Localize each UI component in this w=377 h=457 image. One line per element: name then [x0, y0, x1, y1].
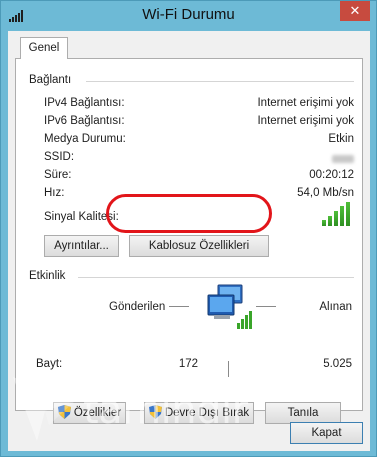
connection-divider	[86, 81, 354, 82]
activity-group-title: Etkinlik	[29, 270, 66, 282]
bytes-received-value: 5.025	[323, 358, 352, 370]
close-window-button[interactable]: ✕	[340, 1, 370, 21]
ssid-label: SSID:	[44, 151, 75, 163]
signal-quality-bars-icon	[322, 202, 352, 226]
ssid-value-redacted	[332, 155, 354, 163]
close-button[interactable]: Kapat	[290, 422, 363, 444]
connection-group-title: Bağlantı	[29, 74, 72, 86]
details-button[interactable]: Ayrıntılar...	[44, 235, 119, 257]
speed-label: Hız:	[44, 187, 65, 199]
speed-value: 54,0 Mb/sn	[297, 187, 354, 199]
ipv6-label: IPv6 Bağlantısı:	[44, 115, 125, 127]
sent-label: Gönderilen	[109, 301, 166, 313]
ipv4-label: IPv4 Bağlantısı:	[44, 97, 125, 109]
sent-line	[169, 306, 189, 307]
red-highlight-circle	[106, 194, 272, 233]
duration-value: 00:20:12	[309, 169, 354, 181]
tab-general[interactable]: Genel	[20, 37, 68, 59]
general-panel: Bağlantı IPv4 Bağlantısı: Internet erişi…	[15, 58, 363, 424]
watermark-text: tamindir	[83, 387, 248, 433]
wifi-status-window: Wi-Fi Durumu ✕ Genel Bağlantı IPv4 Bağla…	[0, 0, 377, 457]
window-title: Wi-Fi Durumu	[142, 6, 235, 23]
media-state-value: Etkin	[328, 133, 354, 145]
received-label: Alınan	[319, 301, 352, 313]
activity-divider-vertical	[228, 361, 229, 377]
received-line	[256, 306, 276, 307]
duration-label: Süre:	[44, 169, 72, 181]
ipv4-value: Internet erişimi yok	[257, 97, 354, 109]
title-bar[interactable]: Wi-Fi Durumu ✕	[1, 1, 376, 30]
tamindir-logo-watermark	[13, 377, 75, 441]
media-state-label: Medya Durumu:	[44, 133, 126, 145]
network-computers-icon	[207, 284, 252, 329]
bytes-sent-value: 172	[178, 358, 198, 370]
ipv6-value: Internet erişimi yok	[257, 115, 354, 127]
diagnose-button[interactable]: Tanıla	[265, 402, 341, 424]
wireless-properties-button[interactable]: Kablosuz Özellikleri	[129, 235, 269, 257]
activity-divider	[78, 277, 354, 278]
